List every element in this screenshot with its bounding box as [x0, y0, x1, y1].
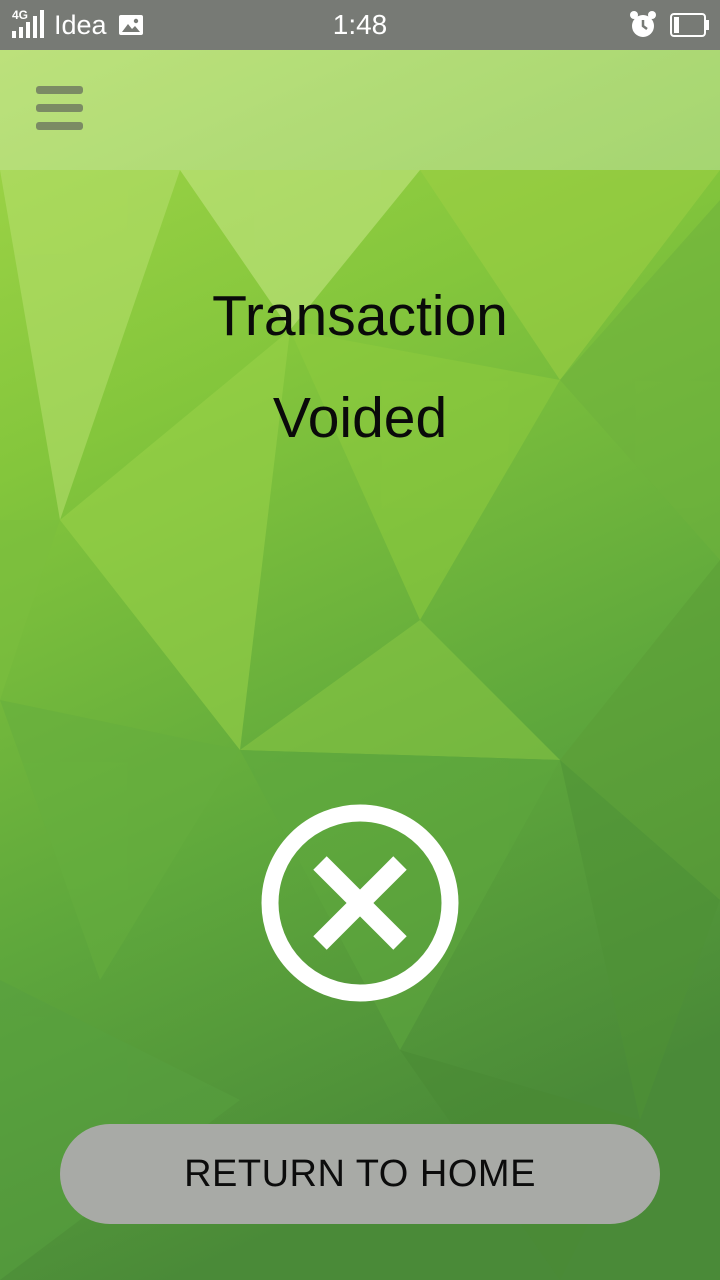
alarm-clock-icon — [630, 11, 656, 37]
return-to-home-button[interactable]: RETURN TO HOME — [60, 1124, 660, 1224]
void-x-circle-icon — [261, 804, 459, 1002]
transaction-status-message: Transaction Voided — [0, 265, 720, 469]
status-time: 1:48 — [332, 9, 388, 40]
battery-icon — [670, 13, 709, 37]
status-line-1: Transaction — [212, 284, 508, 348]
hamburger-menu-icon[interactable] — [36, 86, 84, 132]
status-line-2: Voided — [272, 386, 448, 450]
status-bar: 4G Idea 1:48 — [0, 0, 720, 50]
app-bar — [0, 50, 720, 170]
background-pattern — [0, 0, 720, 1280]
